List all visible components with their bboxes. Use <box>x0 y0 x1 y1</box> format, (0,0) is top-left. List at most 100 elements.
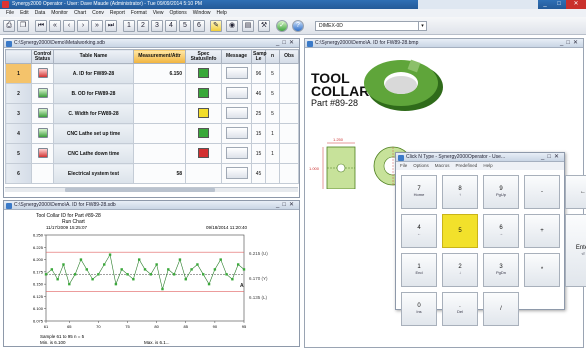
table-name-header[interactable]: Table Name <box>53 49 134 64</box>
control-status-button[interactable] <box>37 147 48 158</box>
measurement-header[interactable]: Measurement/Attr <box>133 49 186 64</box>
key-backspace[interactable]: ← <box>565 175 586 209</box>
maximize-button[interactable]: □ <box>552 0 566 9</box>
samples-header[interactable]: Samp Le <box>251 49 267 64</box>
measurement-cell[interactable] <box>133 123 186 144</box>
first-icon[interactable]: ⏮ <box>35 20 47 32</box>
menu-window[interactable]: Window <box>190 9 214 17</box>
image-window-controls[interactable]: _□✕ <box>560 39 581 48</box>
keypad-menu-file[interactable]: File <box>400 162 407 170</box>
view-5-button[interactable]: 5 <box>179 20 191 32</box>
n-header[interactable]: n <box>265 49 280 64</box>
keypad-menu-predefined[interactable]: Predefined <box>456 162 478 170</box>
menu-monitor[interactable]: Monitor <box>48 9 71 17</box>
table-name-cell[interactable]: C. Width for FW89-28 <box>53 103 134 124</box>
keypad-menu-macros[interactable]: Macros <box>435 162 450 170</box>
table-name-cell[interactable]: Electrical system test <box>53 163 134 184</box>
key-9[interactable]: 9 PgUp <box>483 175 519 209</box>
message-button[interactable] <box>225 146 248 159</box>
menu-format[interactable]: Format <box>128 9 150 17</box>
key-4[interactable]: 4 ← <box>401 214 437 248</box>
table-row[interactable]: 6 Electrical system test 58 45 <box>5 163 299 184</box>
control-status-header[interactable]: Control Status <box>31 49 54 64</box>
key-2[interactable]: 2 ↓ <box>442 253 478 287</box>
next-page-icon[interactable]: » <box>91 20 103 32</box>
message-button[interactable] <box>225 86 248 99</box>
keypad-menu-options[interactable]: Options <box>413 162 429 170</box>
help-icon[interactable]: ? <box>292 20 304 32</box>
table-row[interactable]: 1 A. ID for FW89-28 6.150 96 5 <box>5 63 299 84</box>
edit-icon[interactable]: ✎ <box>210 20 222 32</box>
table-window-controls[interactable]: _□✕ <box>276 39 297 48</box>
next-icon[interactable]: › <box>77 20 89 32</box>
chart-window-controls[interactable]: _□✕ <box>276 201 297 210</box>
menu-edit[interactable]: Edit <box>17 9 32 17</box>
table-row[interactable]: 4 CNC Lathe set up time 15 1 <box>5 123 299 144</box>
view-6-button[interactable]: 6 <box>193 20 205 32</box>
message-button[interactable] <box>225 106 248 119</box>
row-number[interactable]: 2 <box>5 83 32 104</box>
keypad-menu-help[interactable]: Help <box>483 162 492 170</box>
key-decimal[interactable]: . Del <box>442 292 478 326</box>
table-row[interactable]: 2 B. OD for FW89-28 46 5 <box>5 83 299 104</box>
control-status-button[interactable] <box>37 67 48 78</box>
menu-options[interactable]: Options <box>166 9 189 17</box>
measurement-cell[interactable]: 58 <box>133 163 186 184</box>
message-button[interactable] <box>225 126 248 139</box>
table-selector-combo[interactable]: DIMEX-0D ▾ <box>315 21 427 31</box>
key-5[interactable]: 5 <box>442 214 478 248</box>
wrench-icon[interactable]: ⚒ <box>258 20 270 32</box>
last-icon[interactable]: ⏭ <box>105 20 117 32</box>
copy-icon[interactable]: ❐ <box>17 20 29 32</box>
control-status-button[interactable] <box>37 127 48 138</box>
row-number[interactable]: 1 <box>5 63 32 84</box>
key-divide[interactable]: / <box>483 292 519 326</box>
key-8[interactable]: 8 ↑ <box>442 175 478 209</box>
measurement-cell[interactable] <box>133 83 186 104</box>
key-0[interactable]: 0 Ins <box>401 292 437 326</box>
key-3[interactable]: 3 PgDn <box>483 253 519 287</box>
measurement-cell[interactable] <box>133 143 186 164</box>
view-3-button[interactable]: 3 <box>151 20 163 32</box>
close-button[interactable]: ✕ <box>566 0 586 9</box>
ok-icon[interactable]: ✓ <box>276 20 288 32</box>
key-minus[interactable]: - <box>524 175 560 209</box>
key-plus[interactable]: + <box>524 214 560 248</box>
camera-icon[interactable]: ◉ <box>226 20 238 32</box>
chevron-down-icon[interactable]: ▾ <box>418 22 426 30</box>
control-status-button[interactable] <box>37 107 48 118</box>
measurement-cell[interactable]: 6.150 <box>133 63 186 84</box>
table-row[interactable]: 5 CNC Lathe down time 15 1 <box>5 143 299 164</box>
prev-page-icon[interactable]: « <box>49 20 61 32</box>
minimize-button[interactable]: _ <box>538 0 552 9</box>
prev-icon[interactable]: ‹ <box>63 20 75 32</box>
key-1[interactable]: 1 End <box>401 253 437 287</box>
message-header[interactable]: Message <box>221 49 252 64</box>
menu-conv[interactable]: Conv <box>89 9 107 17</box>
row-number[interactable]: 4 <box>5 123 32 144</box>
table-row[interactable]: 3 C. Width for FW89-28 25 5 <box>5 103 299 124</box>
row-number[interactable]: 6 <box>5 163 32 184</box>
menu-chart[interactable]: Chart <box>71 9 89 17</box>
menu-report[interactable]: Report <box>107 9 128 17</box>
menu-data[interactable]: Data <box>32 9 49 17</box>
menu-view[interactable]: View <box>150 9 167 17</box>
table-name-cell[interactable]: CNC Lathe set up time <box>53 123 134 144</box>
key-enter[interactable]: Enter⏎ <box>565 214 586 287</box>
message-button[interactable] <box>225 166 248 179</box>
print-icon[interactable]: ⎙ <box>3 20 15 32</box>
key-6[interactable]: 6 → <box>483 214 519 248</box>
view-1-button[interactable]: 1 <box>123 20 135 32</box>
view-4-button[interactable]: 4 <box>165 20 177 32</box>
obs-header[interactable]: Obs <box>279 49 299 64</box>
spec-status-header[interactable]: Spec Status/Info <box>185 49 222 64</box>
key-multiply[interactable]: * <box>524 253 560 287</box>
key-7[interactable]: 7 Home <box>401 175 437 209</box>
menu-file[interactable]: File <box>3 9 17 17</box>
view-2-button[interactable]: 2 <box>137 20 149 32</box>
message-button[interactable] <box>225 66 248 79</box>
table-name-cell[interactable]: A. ID for FW89-28 <box>53 63 134 84</box>
table-name-cell[interactable]: B. OD for FW89-28 <box>53 83 134 104</box>
measurement-cell[interactable] <box>133 103 186 124</box>
control-status-button[interactable] <box>37 87 48 98</box>
